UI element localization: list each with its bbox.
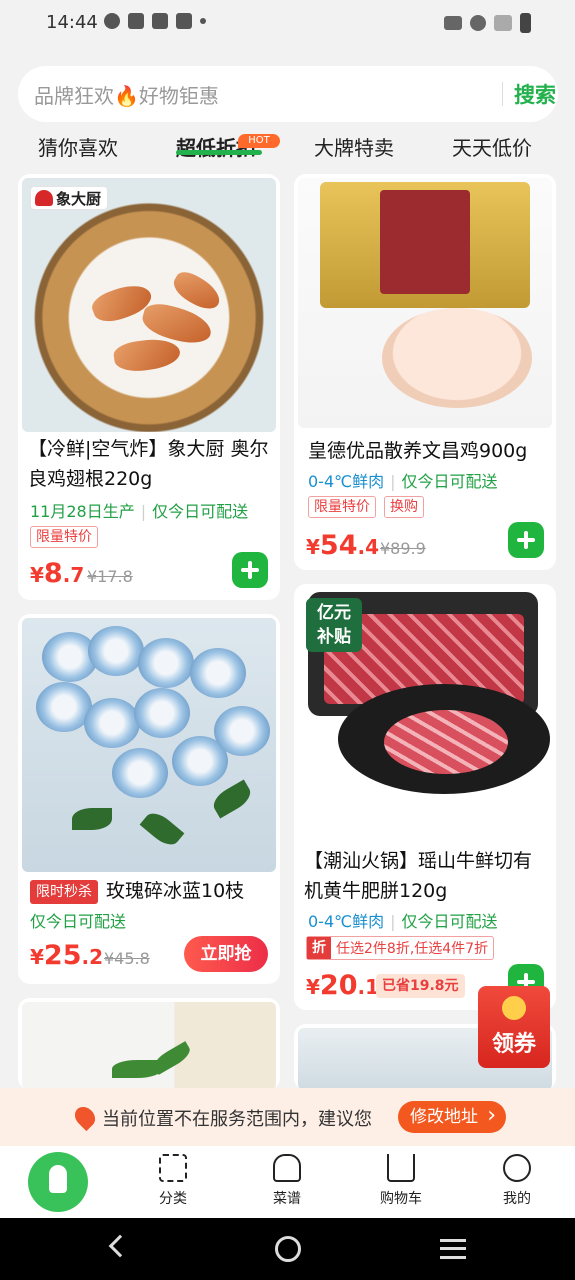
product-price: ¥25.2 [30, 940, 104, 971]
brand-badge: 象大厨 [30, 186, 109, 210]
hot-badge: HOT [238, 134, 280, 148]
battery-icon [520, 13, 531, 33]
rose-shape [88, 626, 144, 676]
notification-icons [104, 13, 206, 29]
search-button[interactable]: 搜索 [514, 79, 556, 109]
dot-icon [200, 18, 206, 24]
location-pin-icon [70, 1102, 100, 1132]
saved-amount-tag: 已省19.8元 [376, 974, 465, 998]
search-bar[interactable]: 品牌狂欢🔥好物钜惠 搜索 [18, 66, 558, 122]
tab-guess-you-like[interactable]: 猜你喜欢 [38, 132, 118, 161]
active-tab-indicator [176, 150, 262, 155]
add-to-cart-button[interactable] [508, 522, 544, 558]
search-input[interactable]: 品牌狂欢🔥好物钜惠 [34, 80, 219, 109]
beef-slices-shape [384, 710, 508, 774]
status-bar: 14:44 [0, 0, 575, 48]
leaf-shape [72, 808, 112, 830]
package-label-shape [380, 190, 470, 294]
product-price: ¥8.7 [30, 558, 85, 589]
service-area-notice: 当前位置不在服务范围内，建议您 修改地址 [0, 1088, 575, 1146]
product-info: 仅今日可配送 [30, 912, 127, 931]
product-title: 皇德优品散养文昌鸡900g [308, 440, 528, 462]
system-icons [444, 13, 531, 33]
leaf-shape [150, 1041, 194, 1075]
back-icon[interactable] [108, 1234, 132, 1258]
subsidy-badge: 亿元 补贴 [306, 598, 362, 652]
status-time: 14:44 [46, 12, 98, 33]
get-coupon-button[interactable]: 领券 [478, 986, 550, 1068]
recent-apps-icon[interactable] [440, 1239, 466, 1259]
rose-shape [138, 638, 194, 688]
wifi-icon [470, 15, 486, 31]
tab-brand-sale[interactable]: 大牌特卖 [314, 132, 394, 161]
product-info: 11月28日生产 | 仅今日可配送 [30, 502, 249, 521]
tab-daily-low-price[interactable]: 天天低价 [452, 132, 532, 161]
bottom-navigation: 分类 菜谱 购物车 我的 [0, 1146, 575, 1218]
product-image[interactable] [298, 178, 552, 428]
system-navigation-bar [0, 1218, 575, 1280]
grab-now-button[interactable]: 立即抢 [184, 936, 268, 972]
product-info: 0-4℃鲜肉 | 仅今日可配送 [308, 472, 498, 491]
product-price: ¥54.4 [306, 530, 380, 561]
product-title: 【潮汕火锅】瑶山牛鲜切有 机黄牛肥胼120g [304, 850, 533, 902]
category-tabs: 猜你喜欢 超低折扣 大牌特卖 天天低价 [0, 128, 575, 164]
original-price: ¥89.9 [380, 539, 426, 558]
product-image[interactable] [22, 618, 276, 872]
product-info: 0-4℃鲜肉 | 仅今日可配送 [308, 912, 498, 931]
product-card[interactable]: 玫瑰碎冰蓝10枝 仅今日可配送 ¥25.2 ¥45.8 [18, 614, 280, 984]
rocket-icon [49, 1165, 67, 1193]
notice-text: 当前位置不在服务范围内，建议您 [102, 1109, 372, 1130]
search-divider [502, 82, 503, 106]
product-card[interactable]: 皇德优品散养文昌鸡900g 0-4℃鲜肉 | 仅今日可配送 限量特价 换购 ¥54.… [294, 174, 556, 570]
change-address-button[interactable]: 修改地址 [398, 1100, 506, 1133]
settings-status-icon [104, 13, 120, 29]
product-image[interactable] [22, 178, 276, 432]
product-price: ¥20.1 [306, 970, 380, 1001]
rose-shape [190, 648, 246, 698]
chef-hat-icon [273, 1154, 301, 1182]
chicken-shape [382, 308, 532, 408]
rose-shape [112, 748, 168, 798]
product-card[interactable] [18, 998, 280, 1090]
original-price: ¥45.8 [104, 949, 150, 968]
profile-icon [503, 1154, 531, 1182]
mail-icon [176, 13, 192, 29]
rose-shape [84, 698, 140, 748]
product-title: 玫瑰碎冰蓝10枝 [106, 880, 245, 902]
signal-icon [494, 15, 512, 31]
nav-profile[interactable]: 我的 [482, 1154, 552, 1208]
coupon-coin-icon [502, 996, 526, 1020]
product-title: 【冷鲜|空气炸】象大厨 奥尔 良鸡翅根220g [28, 438, 269, 490]
flash-sale-badge: 限时秒杀 [30, 880, 98, 904]
chef-hat-icon [35, 190, 53, 206]
limited-price-tag: 限量特价 [308, 496, 376, 518]
rose-shape [214, 706, 270, 756]
rose-shape [134, 688, 190, 738]
product-image[interactable] [22, 1002, 276, 1090]
nav-recipes[interactable]: 菜谱 [252, 1154, 322, 1208]
product-card[interactable]: 【冷鲜|空气炸】象大厨 奥尔 良鸡翅根220g 11月28日生产 | 仅今日可配送 … [18, 174, 280, 600]
vibrate-icon [444, 16, 462, 30]
leaf-shape [209, 779, 255, 819]
wing-shape [112, 335, 182, 375]
exchange-tag: 换购 [384, 496, 424, 518]
mail-icon [152, 13, 168, 29]
original-price: ¥17.8 [87, 567, 133, 586]
nav-cart[interactable]: 购物车 [366, 1154, 436, 1208]
add-to-cart-button[interactable] [232, 552, 268, 588]
nav-category[interactable]: 分类 [138, 1154, 208, 1208]
leaf-shape [139, 807, 185, 851]
limited-price-tag: 限量特价 [30, 526, 98, 548]
mail-icon [128, 13, 144, 29]
cart-icon [387, 1154, 415, 1182]
discount-tag: 折 任选2件8折,任选4件7折 [306, 936, 495, 960]
home-button[interactable] [28, 1152, 88, 1212]
category-icon [159, 1154, 187, 1182]
home-circle-icon[interactable] [275, 1236, 301, 1262]
